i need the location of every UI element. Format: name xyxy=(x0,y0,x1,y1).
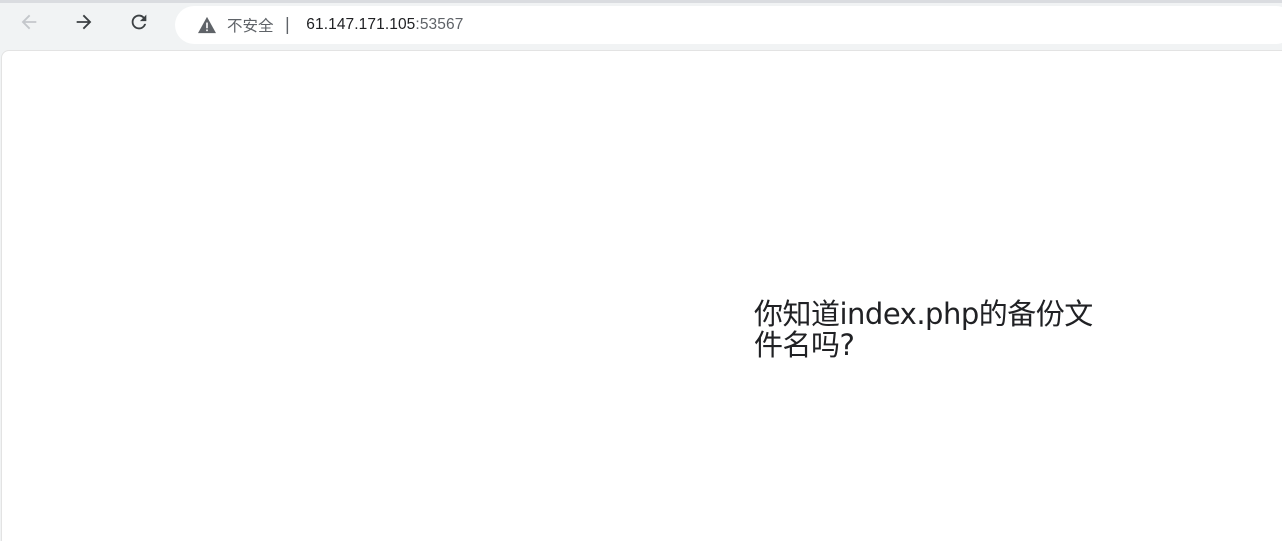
page-message: 你知道index.php的备份文件名吗? xyxy=(754,297,1093,362)
back-button[interactable] xyxy=(12,7,46,41)
url-host: 61.147.171.105 xyxy=(306,16,416,33)
browser-toolbar: 不安全 | 61.147.171.105:53567 xyxy=(0,3,1282,50)
url-port: :53567 xyxy=(415,16,464,33)
browser-window: 不安全 | 61.147.171.105:53567 你知道index.php的… xyxy=(0,0,1282,541)
page-content xyxy=(1,50,1282,541)
warning-triangle-icon[interactable] xyxy=(197,15,217,35)
reload-icon xyxy=(128,11,150,37)
address-separator: | xyxy=(284,15,291,35)
reload-button[interactable] xyxy=(122,7,156,41)
forward-button[interactable] xyxy=(67,7,101,41)
arrow-left-icon xyxy=(18,11,40,37)
url-text[interactable]: 61.147.171.105:53567 xyxy=(306,16,463,34)
address-bar[interactable]: 不安全 | 61.147.171.105:53567 xyxy=(175,6,1282,44)
arrow-right-icon xyxy=(73,11,95,37)
security-status-label[interactable]: 不安全 xyxy=(227,14,274,36)
